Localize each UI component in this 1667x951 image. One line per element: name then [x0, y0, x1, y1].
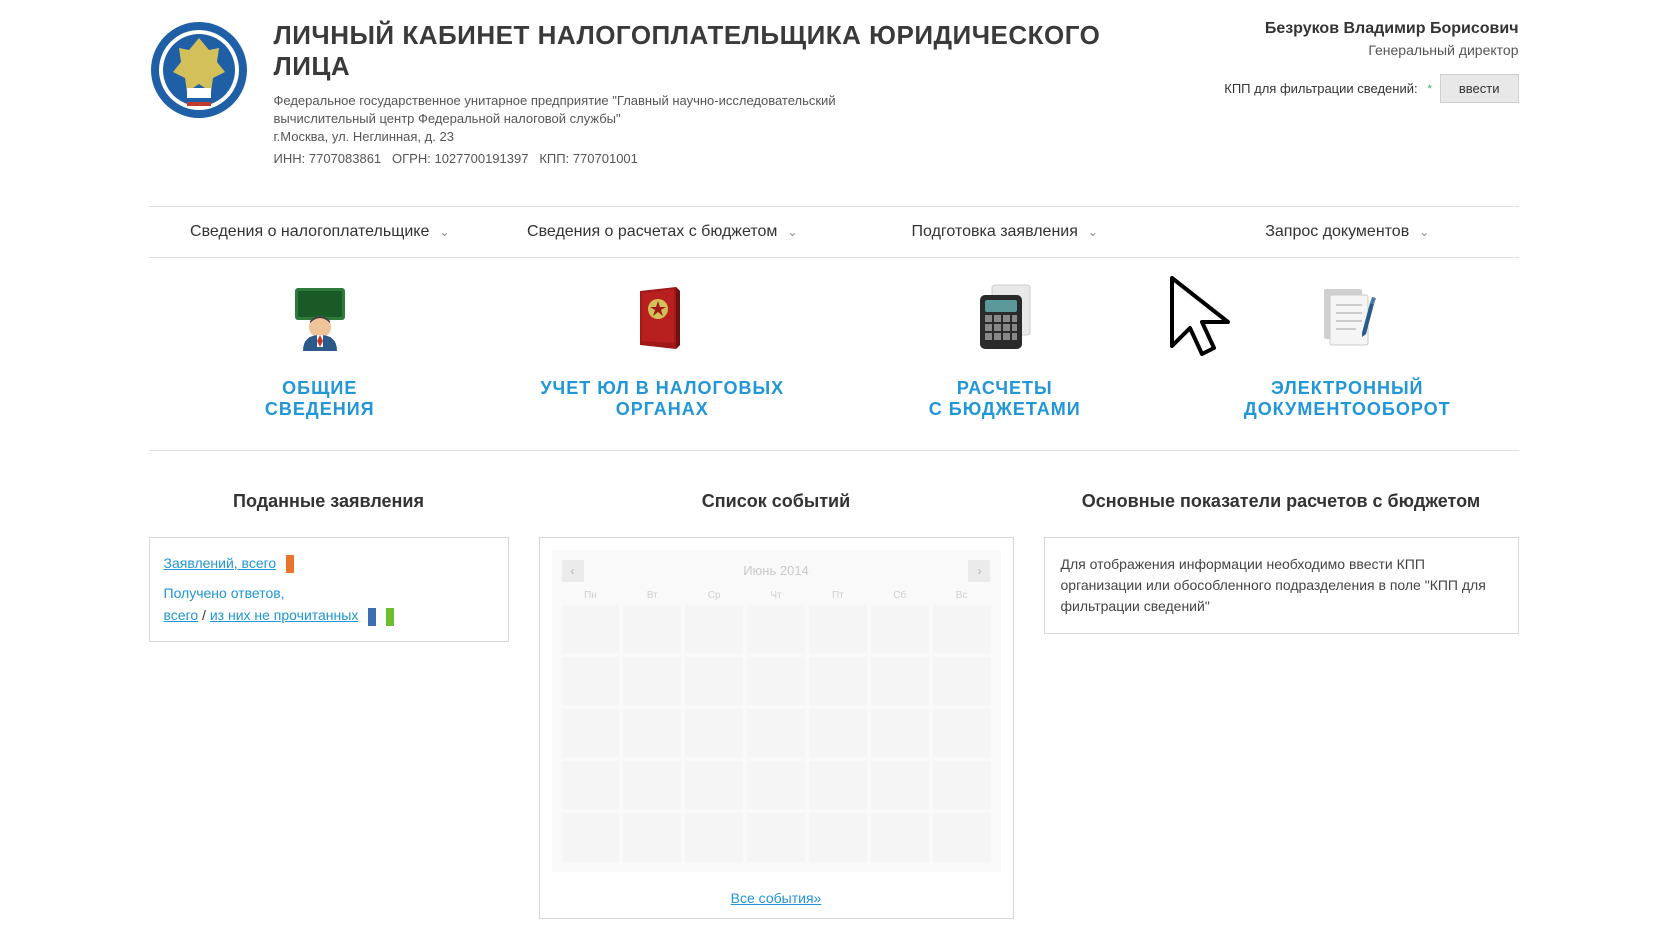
indicators-note: Для отображения информации необходимо вв…: [1044, 537, 1519, 634]
answers-total-link[interactable]: всего: [164, 607, 199, 623]
calendar-grid[interactable]: [562, 605, 991, 862]
answers-received-label: Получено ответов,: [164, 585, 285, 601]
events-panel-title: Список событий: [539, 491, 1014, 512]
kpp-filter-label: КПП для фильтрации сведений:: [1224, 81, 1417, 96]
tile-registration[interactable]: УЧЕТ ЮЛ В НАЛОГОВЫХ ОРГАНАХ: [491, 278, 834, 420]
nav-application-prep[interactable]: Подготовка заявления⌄: [834, 207, 1177, 257]
applications-total-link[interactable]: Заявлений, всего: [164, 555, 277, 571]
calendar-next-button[interactable]: ›: [968, 560, 990, 582]
chevron-down-icon: ⌄: [1419, 225, 1429, 239]
calculator-icon: [834, 278, 1177, 358]
applications-panel-title: Поданные заявления: [149, 491, 509, 512]
indicators-panel-title: Основные показатели расчетов с бюджетом: [1044, 491, 1519, 512]
tile-label: ОБЩИЕ СВЕДЕНИЯ: [149, 378, 492, 420]
tile-general-info[interactable]: ОБЩИЕ СВЕДЕНИЯ: [149, 278, 492, 420]
book-emblem-icon: [491, 278, 834, 358]
tile-budget-calc[interactable]: РАСЧЕТЫ С БЮДЖЕТАМИ: [834, 278, 1177, 420]
nav-taxpayer-info[interactable]: Сведения о налогоплательщике⌄: [149, 207, 492, 257]
applications-panel: Заявлений, всего Получено ответов, всего…: [149, 537, 509, 642]
org-description: Федеральное государственное унитарное пр…: [274, 92, 1184, 147]
nav-document-request[interactable]: Запрос документов⌄: [1176, 207, 1519, 257]
status-chip-green-icon: [386, 608, 394, 626]
required-star-icon: *: [1428, 83, 1432, 95]
user-name: Безруков Владимир Борисович: [1209, 20, 1519, 38]
events-panel: ‹ Июнь 2014 › ПнВтСрЧтПтСбВс: [539, 537, 1014, 919]
tile-label: ЭЛЕКТРОННЫЙ ДОКУМЕНТООБОРОТ: [1176, 378, 1519, 420]
calendar-month-label: Июнь 2014: [743, 563, 809, 578]
kpp-enter-button[interactable]: ввести: [1440, 74, 1519, 103]
chevron-down-icon: ⌄: [439, 225, 449, 239]
answers-unread-link[interactable]: из них не прочитанных: [210, 607, 359, 623]
tile-label: УЧЕТ ЮЛ В НАЛОГОВЫХ ОРГАНАХ: [491, 378, 834, 420]
nav-budget-calc[interactable]: Сведения о расчетах с бюджетом⌄: [491, 207, 834, 257]
documents-pen-icon: [1176, 278, 1519, 358]
chevron-down-icon: ⌄: [787, 225, 797, 239]
tile-row: ОБЩИЕ СВЕДЕНИЯ УЧЕТ ЮЛ В НАЛОГОВЫХ ОРГАН…: [149, 258, 1519, 451]
calendar-dow-row: ПнВтСрЧтПтСбВс: [562, 590, 991, 601]
status-chip-blue-icon: [368, 608, 376, 626]
status-chip-orange-icon: [286, 555, 294, 573]
person-board-icon: [149, 278, 492, 358]
org-identifiers: ИНН: 7707083861 ОГРН: 1027700191397 КПП:…: [274, 151, 1184, 166]
tile-label: РАСЧЕТЫ С БЮДЖЕТАМИ: [834, 378, 1177, 420]
page-header: ЛИЧНЫЙ КАБИНЕТ НАЛОГОПЛАТЕЛЬЩИКА ЮРИДИЧЕ…: [149, 20, 1519, 166]
all-events-link[interactable]: Все события»: [731, 890, 822, 906]
tile-edoc[interactable]: ЭЛЕКТРОННЫЙ ДОКУМЕНТООБОРОТ: [1176, 278, 1519, 420]
calendar-prev-button[interactable]: ‹: [562, 560, 584, 582]
user-role: Генеральный директор: [1209, 42, 1519, 58]
emblem-logo: [149, 20, 249, 120]
main-nav: Сведения о налогоплательщике⌄ Сведения о…: [149, 206, 1519, 258]
chevron-down-icon: ⌄: [1088, 225, 1098, 239]
page-title: ЛИЧНЫЙ КАБИНЕТ НАЛОГОПЛАТЕЛЬЩИКА ЮРИДИЧЕ…: [274, 20, 1184, 82]
